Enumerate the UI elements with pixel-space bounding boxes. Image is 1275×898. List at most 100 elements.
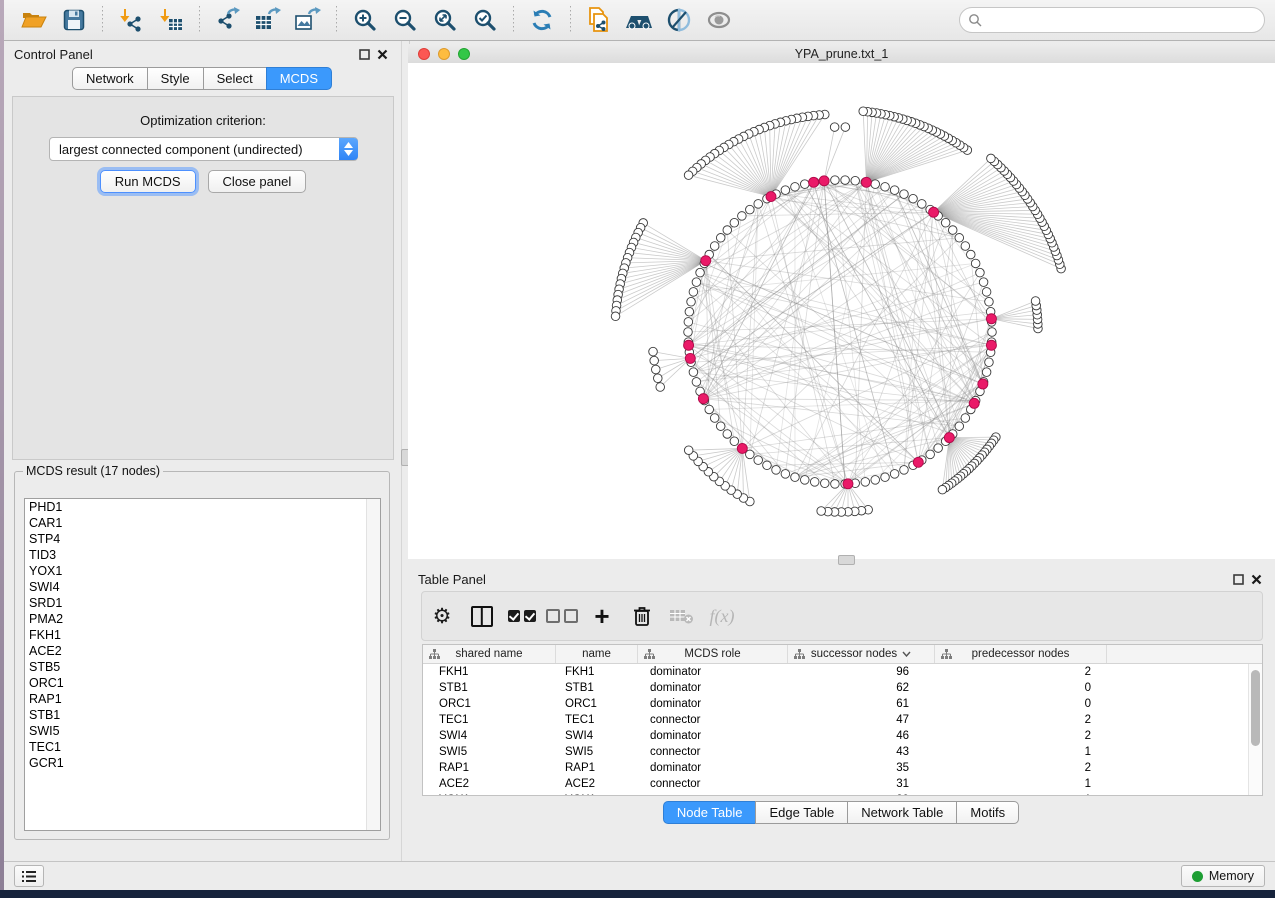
graph-node[interactable] <box>890 186 899 195</box>
zoom-selected-button[interactable] <box>465 3 505 37</box>
graph-node[interactable] <box>684 318 693 327</box>
tab-select[interactable]: Select <box>203 67 267 90</box>
graph-node[interactable] <box>716 233 725 242</box>
graph-node[interactable] <box>716 422 725 431</box>
mcds-result-item[interactable]: TID3 <box>25 547 380 563</box>
graph-leaf-node[interactable] <box>817 507 826 516</box>
graph-node[interactable] <box>979 278 988 287</box>
network-view-canvas[interactable] <box>408 63 1275 559</box>
graph-node[interactable] <box>746 205 755 214</box>
graphics-detail-button[interactable] <box>659 3 699 37</box>
graph-node[interactable] <box>810 478 819 487</box>
mcds-result-item[interactable]: STP4 <box>25 531 380 547</box>
tab-network-table[interactable]: Network Table <box>847 801 957 824</box>
graph-node[interactable] <box>955 422 964 431</box>
graph-dominator-node[interactable] <box>969 398 979 408</box>
mcds-result-item[interactable]: YOX1 <box>25 563 380 579</box>
graph-leaf-node[interactable] <box>1031 297 1040 306</box>
float-panel-button[interactable] <box>355 46 373 62</box>
open-file-button[interactable] <box>14 3 54 37</box>
list-scrollbar[interactable] <box>366 499 380 830</box>
mcds-result-item[interactable]: STB5 <box>25 659 380 675</box>
mcds-result-item[interactable]: GCR1 <box>25 755 380 771</box>
graph-leaf-node[interactable] <box>653 374 662 383</box>
graph-dominator-node[interactable] <box>766 192 776 202</box>
graph-leaf-node[interactable] <box>859 107 868 116</box>
graph-node[interactable] <box>948 226 957 235</box>
graph-node[interactable] <box>861 478 870 487</box>
graph-node[interactable] <box>831 480 840 489</box>
save-session-button[interactable] <box>54 3 94 37</box>
graph-node[interactable] <box>982 288 991 297</box>
clone-network-button[interactable] <box>579 3 619 37</box>
graph-node[interactable] <box>900 190 909 199</box>
table-row[interactable]: SWI4SWI4dominator462 <box>423 728 1262 744</box>
graph-dominator-node[interactable] <box>913 457 923 467</box>
show-task-history-button[interactable] <box>14 865 44 887</box>
graph-node[interactable] <box>934 444 943 453</box>
graph-node[interactable] <box>831 176 840 185</box>
graph-node[interactable] <box>692 278 701 287</box>
tab-node-table[interactable]: Node Table <box>663 801 757 824</box>
column-header-successor-nodes[interactable]: successor nodes <box>788 645 935 663</box>
mcds-result-item[interactable]: SWI5 <box>25 723 380 739</box>
graph-node[interactable] <box>730 218 739 227</box>
table-row[interactable]: RAP1RAP1dominator352 <box>423 760 1262 776</box>
graph-node[interactable] <box>723 430 732 439</box>
export-table-button[interactable] <box>248 3 288 37</box>
graph-leaf-node[interactable] <box>841 123 850 132</box>
export-image-button[interactable] <box>288 3 328 37</box>
graph-leaf-node[interactable] <box>656 383 665 392</box>
unselect-all-columns-button[interactable] <box>542 598 582 634</box>
birds-eye-button[interactable] <box>699 3 739 37</box>
graph-dominator-node[interactable] <box>978 379 988 389</box>
network-graph[interactable] <box>408 63 1275 559</box>
graph-node[interactable] <box>909 194 918 203</box>
graph-node[interactable] <box>696 268 705 277</box>
mcds-result-item[interactable]: ORC1 <box>25 675 380 691</box>
table-scrollbar[interactable] <box>1248 664 1262 795</box>
graph-node[interactable] <box>689 288 698 297</box>
mcds-result-item[interactable]: PMA2 <box>25 611 380 627</box>
column-header-MCDS-role[interactable]: MCDS role <box>638 645 788 663</box>
graph-node[interactable] <box>705 405 714 414</box>
graph-node[interactable] <box>754 200 763 209</box>
graph-node[interactable] <box>692 378 701 387</box>
optimization-criterion-select[interactable]: largest connected component (undirected) <box>49 137 358 161</box>
refresh-layout-button[interactable] <box>522 3 562 37</box>
select-all-columns-button[interactable] <box>502 598 542 634</box>
graph-dominator-node[interactable] <box>819 176 829 186</box>
graph-leaf-node[interactable] <box>651 365 660 374</box>
table-row[interactable]: ACE2ACE2connector311 <box>423 776 1262 792</box>
zoom-out-button[interactable] <box>385 3 425 37</box>
mcds-result-item[interactable]: RAP1 <box>25 691 380 707</box>
table-row[interactable]: TEC1TEC1connector472 <box>423 712 1262 728</box>
table-settings-button[interactable]: ⚙ <box>422 598 462 634</box>
network-window-titlebar[interactable]: YPA_prune.txt_1 <box>408 44 1275 64</box>
tab-motifs[interactable]: Motifs <box>956 801 1019 824</box>
graph-node[interactable] <box>738 212 747 221</box>
graph-node[interactable] <box>917 200 926 209</box>
graph-dominator-node[interactable] <box>684 340 694 350</box>
create-column-button[interactable]: + <box>582 598 622 634</box>
column-header-name[interactable]: name <box>556 645 638 663</box>
graph-node[interactable] <box>754 456 763 465</box>
graph-node[interactable] <box>982 368 991 377</box>
mcds-result-item[interactable]: SRD1 <box>25 595 380 611</box>
export-network-button[interactable] <box>208 3 248 37</box>
search-network-button[interactable] <box>619 3 659 37</box>
search-box[interactable] <box>959 7 1265 33</box>
graph-node[interactable] <box>851 176 860 185</box>
graph-node[interactable] <box>791 473 800 482</box>
graph-dominator-node[interactable] <box>986 340 996 350</box>
graph-node[interactable] <box>890 470 899 479</box>
graph-leaf-node[interactable] <box>684 171 693 180</box>
graph-node[interactable] <box>781 470 790 479</box>
graph-leaf-node[interactable] <box>938 485 947 494</box>
graph-node[interactable] <box>820 479 829 488</box>
graph-dominator-node[interactable] <box>701 256 711 266</box>
graph-node[interactable] <box>710 414 719 423</box>
import-table-button[interactable] <box>151 3 191 37</box>
mcds-result-item[interactable]: ACE2 <box>25 643 380 659</box>
graph-dominator-node[interactable] <box>685 353 695 363</box>
